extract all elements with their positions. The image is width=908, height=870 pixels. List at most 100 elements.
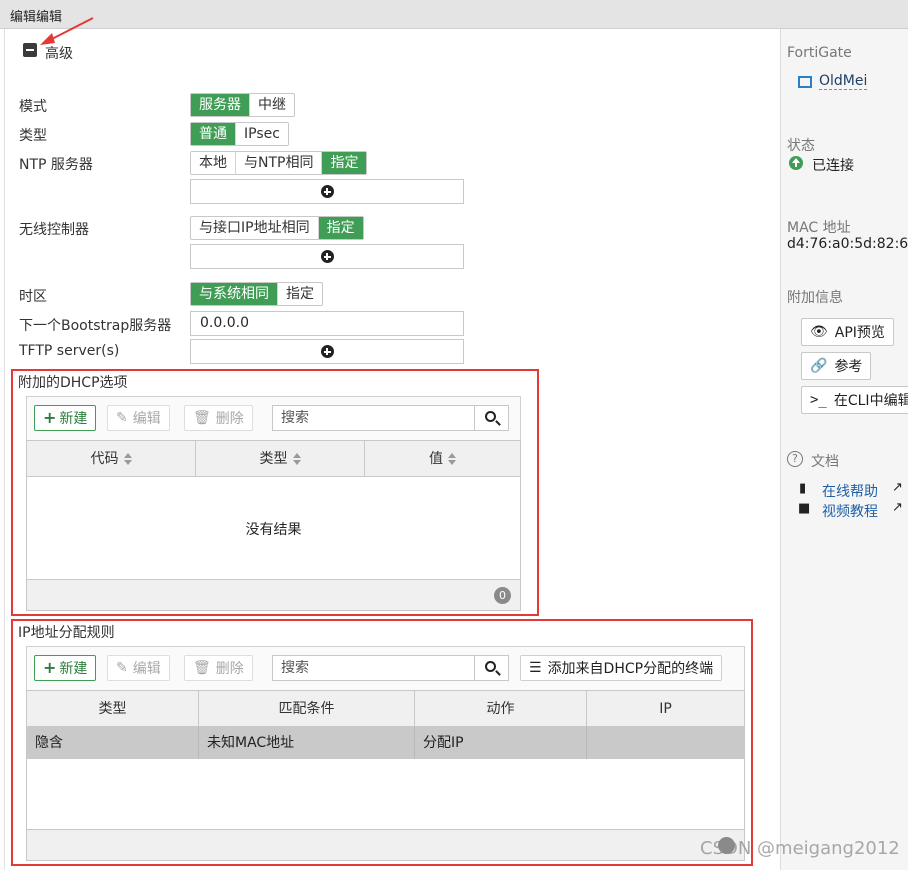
- ntp-option-same[interactable]: 与NTP相同: [236, 152, 323, 174]
- cell-match: 未知MAC地址: [199, 727, 415, 759]
- pencil-icon: ✎: [116, 660, 128, 676]
- api-preview-button[interactable]: 👁 API预览: [801, 318, 894, 346]
- wireless-toggle: 与接口IP地址相同 指定: [190, 216, 364, 240]
- search-icon: [485, 661, 496, 672]
- type-toggle: 普通 IPsec: [190, 122, 289, 146]
- wireless-option-same[interactable]: 与接口IP地址相同: [191, 217, 319, 239]
- add-icon[interactable]: [320, 185, 334, 198]
- column-header-code[interactable]: 代码: [27, 441, 196, 476]
- wireless-option-specify[interactable]: 指定: [318, 217, 363, 239]
- dhcp-options-title: 附加的DHCP选项: [18, 375, 128, 391]
- dhcp-edit-label: 编辑: [132, 411, 161, 427]
- dhcp-new-label: 新建: [59, 411, 88, 427]
- dhcp-search[interactable]: 搜索: [272, 405, 509, 431]
- advanced-section-label: 高级: [45, 46, 73, 62]
- ip-rules-table: 类型 匹配条件 动作 IP 隐含 未知MAC地址 分配IP: [26, 690, 745, 861]
- status-label: 状态: [787, 138, 815, 154]
- tftp-add-field[interactable]: [190, 339, 464, 364]
- column-label: 代码: [90, 451, 119, 467]
- ip-rules-edit-label: 编辑: [132, 661, 161, 677]
- type-option-ipsec[interactable]: IPsec: [236, 123, 288, 145]
- mac-value: d4:76:a0:5d:82:66: [787, 236, 908, 252]
- column-header-type[interactable]: 类型: [196, 441, 365, 476]
- timezone-toggle: 与系统相同 指定: [190, 282, 323, 306]
- search-button[interactable]: [474, 406, 508, 430]
- ip-rules-title: IP地址分配规则: [18, 625, 115, 641]
- status-value: 已连接: [812, 158, 854, 174]
- help-circle-icon: ?: [787, 451, 803, 467]
- external-link-icon[interactable]: ↗: [892, 480, 903, 495]
- column-header-match[interactable]: 匹配条件: [199, 691, 415, 726]
- edit-in-cli-label: 在CLI中编辑: [833, 393, 908, 409]
- search-icon: [485, 411, 496, 422]
- timezone-option-system[interactable]: 与系统相同: [191, 283, 278, 305]
- type-option-regular[interactable]: 普通: [191, 123, 236, 145]
- book-icon: ▮: [799, 481, 807, 496]
- video-tutorial-link[interactable]: 视频教程: [822, 501, 878, 521]
- ip-rules-edit-button[interactable]: ✎ 编辑: [107, 655, 170, 681]
- add-icon[interactable]: [320, 345, 334, 358]
- add-icon[interactable]: [320, 250, 334, 263]
- plus-icon: +: [43, 658, 57, 677]
- column-label: 值: [429, 451, 443, 467]
- table-row[interactable]: 隐含 未知MAC地址 分配IP: [27, 727, 744, 759]
- device-name-link[interactable]: OldMei: [819, 73, 868, 90]
- mode-option-server[interactable]: 服务器: [191, 94, 250, 116]
- empty-message: 没有结果: [245, 522, 302, 538]
- column-header-value[interactable]: 值: [365, 441, 520, 476]
- terminal-icon: >_: [810, 392, 827, 408]
- dhcp-search-input[interactable]: 搜索: [273, 406, 474, 430]
- ntp-option-local[interactable]: 本地: [191, 152, 236, 174]
- search-button[interactable]: [474, 656, 508, 680]
- ip-rules-search-input[interactable]: 搜索: [273, 656, 474, 680]
- table-header: 代码 类型 值: [27, 441, 520, 477]
- ntp-label: NTP 服务器: [19, 157, 93, 173]
- bootstrap-input[interactable]: 0.0.0.0: [190, 311, 464, 336]
- extra-info-label: 附加信息: [787, 290, 843, 306]
- timezone-label: 时区: [19, 289, 47, 305]
- timezone-option-specify[interactable]: 指定: [278, 283, 322, 305]
- mode-option-relay[interactable]: 中继: [250, 94, 294, 116]
- references-label: 参考: [834, 359, 863, 375]
- pencil-icon: ✎: [116, 410, 128, 426]
- column-label: 类型: [259, 451, 288, 467]
- ntp-add-field[interactable]: [190, 179, 464, 204]
- ntp-toggle: 本地 与NTP相同 指定: [190, 151, 368, 175]
- plus-icon: +: [43, 408, 57, 427]
- add-from-dhcp-button[interactable]: ☰ 添加来自DHCP分配的终端: [520, 655, 723, 681]
- online-help-link[interactable]: 在线帮助: [822, 481, 878, 501]
- cell-action: 分配IP: [415, 727, 587, 759]
- dhcp-new-button[interactable]: + 新建: [34, 405, 97, 431]
- edit-in-cli-button[interactable]: >_ 在CLI中编辑: [801, 386, 908, 414]
- wireless-add-field[interactable]: [190, 244, 464, 269]
- cell-type: 隐含: [27, 727, 199, 759]
- ip-rules-delete-button[interactable]: 🗑 删除: [184, 655, 253, 681]
- cell-ip: [587, 727, 744, 759]
- ip-rules-new-button[interactable]: + 新建: [34, 655, 97, 681]
- dhcp-edit-button[interactable]: ✎ 编辑: [107, 405, 170, 431]
- connected-icon: [789, 156, 803, 170]
- tftp-label: TFTP server(s): [19, 343, 120, 359]
- bootstrap-label: 下一个Bootstrap服务器: [19, 318, 172, 334]
- device-type-label: FortiGate: [787, 45, 852, 61]
- table-footer: [27, 829, 744, 860]
- column-header-action[interactable]: 动作: [415, 691, 587, 726]
- table-footer: 0: [27, 579, 520, 610]
- collapse-icon[interactable]: [23, 43, 37, 57]
- info-sidebar: FortiGate OldMei 状态 已连接 MAC 地址 d4:76:a0:…: [780, 29, 908, 870]
- ip-rules-new-label: 新建: [59, 661, 88, 677]
- ip-rules-search[interactable]: 搜索: [272, 655, 509, 681]
- column-header-type[interactable]: 类型: [27, 691, 199, 726]
- references-button[interactable]: 🔗 参考: [801, 352, 872, 380]
- table-header: 类型 匹配条件 动作 IP: [27, 691, 744, 727]
- mac-label: MAC 地址: [787, 220, 851, 236]
- device-icon: [798, 76, 812, 88]
- dhcp-delete-button[interactable]: 🗑 删除: [184, 405, 253, 431]
- dialog-header: 编辑编辑: [0, 0, 908, 29]
- ntp-option-specify[interactable]: 指定: [322, 152, 367, 174]
- sort-icon: [292, 453, 301, 465]
- external-link-icon[interactable]: ↗: [892, 500, 903, 515]
- list-icon: ☰: [529, 660, 542, 676]
- eye-icon: 👁: [810, 324, 828, 340]
- column-header-ip[interactable]: IP: [587, 691, 744, 726]
